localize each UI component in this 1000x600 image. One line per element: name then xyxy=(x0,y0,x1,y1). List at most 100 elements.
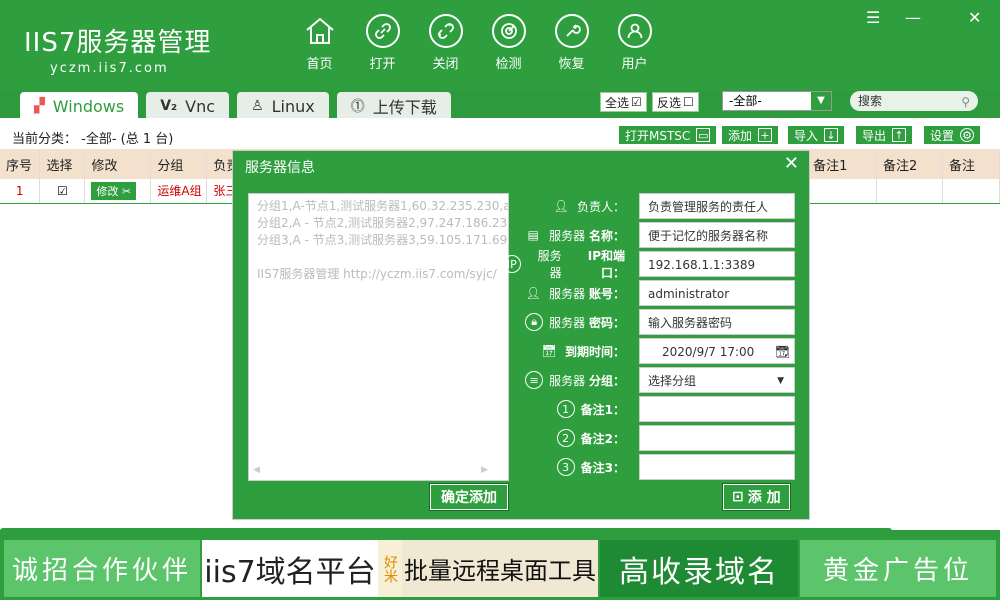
owner-input[interactable]: 负责管理服务的责任人 xyxy=(639,193,795,219)
banner-gold-ad[interactable]: 黄金广告位 xyxy=(800,540,996,597)
note1-input[interactable] xyxy=(639,396,795,422)
note2-row: 2 备注2： xyxy=(523,425,795,451)
id-card-icon: ▤ xyxy=(527,228,539,242)
note1-label: 1 备注1： xyxy=(523,400,633,418)
import-label: 导入 xyxy=(794,128,819,143)
row-note2 xyxy=(876,179,943,204)
invert-select-label: 反选 xyxy=(657,95,682,110)
app-logo: IIS7服务器管理 yczm.iis7.com xyxy=(24,22,211,76)
password-row: 🔒︎ 服务器 密码： 输入服务器密码 xyxy=(523,309,795,335)
tab-label: Linux xyxy=(271,96,315,116)
import-button[interactable]: 导入 ↓ xyxy=(787,125,846,145)
nav-user[interactable]: 用户 xyxy=(603,14,666,72)
banner-text: 诚招合作伙伴 xyxy=(11,556,192,586)
col-note2: 备注2 xyxy=(876,149,943,179)
name-label-b: 名称： xyxy=(588,228,625,243)
banner-batch-remote[interactable]: 批量远程桌面工具 xyxy=(402,540,598,597)
home-icon xyxy=(303,14,337,48)
banner-domain-platform[interactable]: iis7域名平台 xyxy=(202,540,378,597)
minimize-icon[interactable]: — xyxy=(905,8,921,27)
edit-button[interactable]: 修改 ✂ xyxy=(91,181,137,200)
account-label-b: 账号： xyxy=(588,286,625,301)
ip-row: IP 服务器 IP和端口： 192.168.1.1:3389 xyxy=(503,249,795,280)
chevron-down-icon: ▼ xyxy=(777,376,784,386)
app-header: IIS7服务器管理 yczm.iis7.com 首页 打开 关闭 检测 恢复 用… xyxy=(0,0,1000,90)
note1-label-text: 备注1： xyxy=(580,402,625,417)
invert-select-button[interactable]: 反选 ☐ xyxy=(652,92,699,112)
category-filter-select[interactable]: -全部- ▼ xyxy=(722,91,832,111)
search-input[interactable]: 搜索 ⚲ xyxy=(850,91,978,111)
dialog-add-button[interactable]: ⊡ 添 加 xyxy=(723,484,790,510)
filter-value: -全部- xyxy=(729,94,762,108)
tab-vnc[interactable]: V₂ Vnc xyxy=(146,92,230,120)
add-square-icon: ⊡ xyxy=(732,489,744,505)
nav-open[interactable]: 打开 xyxy=(351,14,414,72)
name-input[interactable]: 便于记忆的服务器名称 xyxy=(639,222,795,248)
note2-label-text: 备注2： xyxy=(580,431,625,446)
note3-input[interactable] xyxy=(639,454,795,480)
owner-label-text: 负责人： xyxy=(576,199,625,214)
select-all-button[interactable]: 全选 ☑ xyxy=(600,92,647,112)
confirm-add-button[interactable]: 确定添加 xyxy=(430,484,508,510)
scroll-right-icon: ▶ xyxy=(481,465,488,475)
group-select[interactable]: 选择分组 ▼ xyxy=(639,367,795,393)
textarea-scrollbar[interactable]: ◀ ▶ xyxy=(249,463,508,480)
name-label-a: 服务器 xyxy=(549,228,586,243)
owner-row: 👤︎ 负责人： 负责管理服务的责任人 xyxy=(523,193,795,219)
group-label-b: 分组： xyxy=(588,373,625,388)
close-icon[interactable]: ✕ xyxy=(968,8,981,27)
tab-label: Windows xyxy=(52,96,125,116)
edit-label: 修改 xyxy=(96,184,119,198)
tab-windows[interactable]: ▞ Windows xyxy=(20,92,139,120)
confirm-add-label: 确定添加 xyxy=(441,490,497,506)
scroll-left-icon: ◀ xyxy=(253,465,260,475)
nav-restore[interactable]: 恢复 xyxy=(540,14,603,72)
checkbox-icon: ☑ xyxy=(631,95,642,109)
account-label-a: 服务器 xyxy=(549,286,586,301)
banner-high-index-domain[interactable]: 高收录域名 xyxy=(600,540,798,597)
col-note: 备注 xyxy=(942,149,1000,179)
calendar-picker-icon[interactable]: 📆︎ xyxy=(775,339,790,365)
ip-label-a: 服务器 xyxy=(537,249,562,280)
note1-row: 1 备注1： xyxy=(523,396,795,422)
tools-icon: ✂ xyxy=(121,184,132,198)
row-checkbox[interactable]: ☑ xyxy=(39,179,86,204)
expiry-input[interactable]: 2020/9/7 17:00 📆︎ xyxy=(639,338,795,364)
windows-icon: ▞ xyxy=(34,98,45,114)
number-three-icon: 3 xyxy=(556,458,575,476)
banner-text: 黄金广告位 xyxy=(822,556,973,586)
settings-label: 设置 xyxy=(930,128,955,143)
user-icon: 👤︎ xyxy=(553,199,569,213)
tab-bar: ▞ Windows V₂ Vnc ♙ Linux ⓵ 上传下载 xyxy=(20,92,459,120)
list-icon: ≡ xyxy=(525,371,544,389)
nav-home[interactable]: 首页 xyxy=(288,14,351,72)
nav-close[interactable]: 关闭 xyxy=(414,14,477,72)
gear-icon: ⚙ xyxy=(960,128,975,142)
col-index: 序号 xyxy=(0,149,41,179)
close-icon[interactable]: ✕ xyxy=(784,153,799,174)
expiry-label: 📅︎ 到期时间： xyxy=(523,341,633,361)
add-button[interactable]: 添加 + xyxy=(721,125,780,145)
ip-label-b: IP和端口： xyxy=(587,249,625,280)
logo-url: yczm.iis7.com xyxy=(50,61,169,76)
tab-linux[interactable]: ♙ Linux xyxy=(237,92,329,120)
account-input[interactable]: administrator xyxy=(639,280,795,306)
horizontal-scrollbar[interactable] xyxy=(0,528,892,535)
open-mstsc-button[interactable]: 打开MSTSC ▭ xyxy=(618,125,718,145)
tab-upload-download[interactable]: ⓵ 上传下载 xyxy=(336,92,451,120)
user-icon: 👤︎ xyxy=(525,286,541,300)
export-button[interactable]: 导出 ↑ xyxy=(855,125,914,145)
ip-input[interactable]: 192.168.1.1:3389 xyxy=(639,251,795,277)
note2-input[interactable] xyxy=(639,425,795,451)
menu-icon[interactable]: ☰ xyxy=(866,8,880,27)
settings-button[interactable]: 设置 ⚙ xyxy=(923,125,982,145)
batch-import-textarea[interactable]: 分组1,A-节点1,测试服务器1,60.32.235.230,ad 分组2,A … xyxy=(248,193,509,481)
banner-partner[interactable]: 诚招合作伙伴 xyxy=(4,540,200,597)
row-note xyxy=(942,179,1000,204)
open-mstsc-label: 打开MSTSC xyxy=(625,128,691,143)
server-info-dialog: 服务器信息 ✕ 分组1,A-节点1,测试服务器1,60.32.235.230,a… xyxy=(232,150,810,520)
banner-haomi[interactable]: 好米 xyxy=(378,540,402,597)
nav-check[interactable]: 检测 xyxy=(477,14,540,72)
user-icon xyxy=(617,14,652,48)
password-input[interactable]: 输入服务器密码 xyxy=(639,309,795,335)
